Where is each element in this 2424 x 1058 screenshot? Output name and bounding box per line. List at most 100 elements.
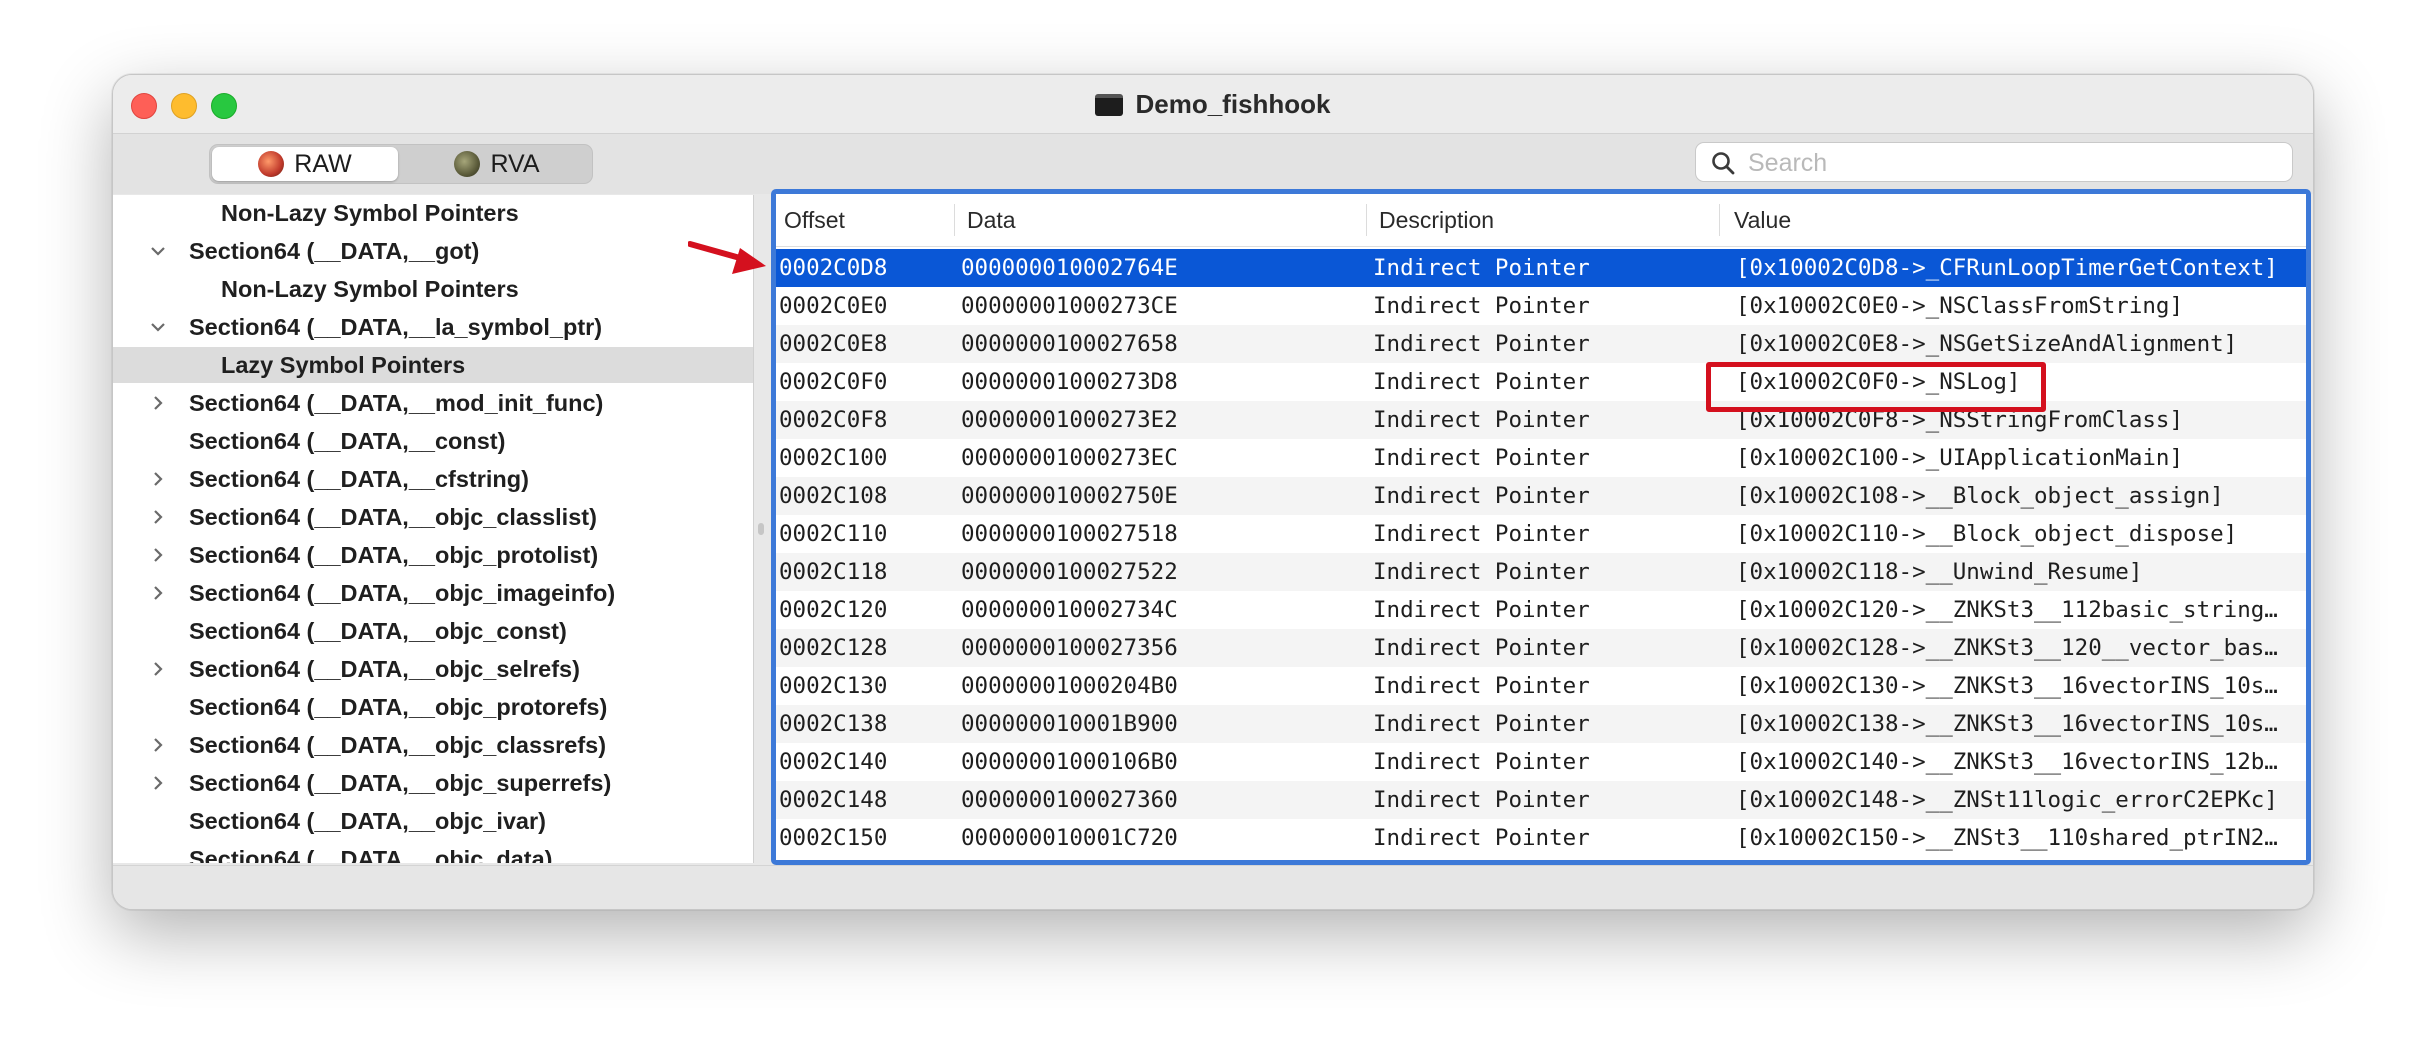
column-divider[interactable] (954, 204, 955, 236)
data-cell: 0000000100027522 (961, 559, 1178, 585)
value-cell: [0x10002C0E0->_NSClassFromString] (1736, 293, 2184, 319)
description-cell: Indirect Pointer (1373, 445, 1590, 471)
table-row[interactable]: 0002C148 0000000100027360 Indirect Point… (776, 781, 2306, 819)
description-cell: Indirect Pointer (1373, 407, 1590, 433)
chevron-right-icon[interactable] (149, 546, 167, 564)
tree-item-label: Section64 (__DATA,__cfstring) (189, 466, 529, 492)
tree-item-section-data-objc-superrefs[interactable]: Section64 (__DATA,__objc_superrefs) (113, 765, 753, 801)
tree-item-section-data-objc-selrefs[interactable]: Section64 (__DATA,__objc_selrefs) (113, 651, 753, 687)
table-row[interactable]: 0002C0E0 00000001000273CE Indirect Point… (776, 287, 2306, 325)
table-row[interactable]: 0002C0F8 00000001000273E2 Indirect Point… (776, 401, 2306, 439)
raw-segment-button[interactable]: RAW (212, 147, 398, 181)
app-window: Demo_fishhook RAW RVA Non-Lazy Symbol Po… (112, 74, 2314, 910)
value-cell: [0x10002C138->__ZNKSt3__16vectorINS_10s… (1736, 711, 2278, 737)
offset-cell: 0002C108 (779, 483, 888, 509)
offset-cell: 0002C130 (779, 673, 888, 699)
search-field[interactable] (1695, 142, 2293, 182)
description-cell: Indirect Pointer (1373, 711, 1590, 737)
column-header-offset[interactable]: Offset (784, 194, 845, 246)
tree-item-section-data-objc-imageinfo[interactable]: Section64 (__DATA,__objc_imageinfo) (113, 575, 753, 611)
divider-grip-icon[interactable] (758, 523, 764, 535)
table-row[interactable]: 0002C0E8 0000000100027658 Indirect Point… (776, 325, 2306, 363)
tree-item-section-data-const[interactable]: Section64 (__DATA,__const) (113, 423, 753, 459)
column-header-value[interactable]: Value (1734, 194, 1791, 246)
tree-item-section-data-objc-data[interactable]: Section64 (__DATA,__objc_data) (113, 841, 753, 863)
table-header: Offset Data Description Value (776, 194, 2306, 247)
data-cell: 00000001000273E2 (961, 407, 1178, 433)
tree-item-section-data-objc-classrefs[interactable]: Section64 (__DATA,__objc_classrefs) (113, 727, 753, 763)
tree-item-section-data-got[interactable]: Section64 (__DATA,__got) (113, 233, 753, 269)
description-cell: Indirect Pointer (1373, 483, 1590, 509)
chevron-down-icon[interactable] (149, 318, 167, 336)
tree-item-section-data-objc-classlist[interactable]: Section64 (__DATA,__objc_classlist) (113, 499, 753, 535)
chevron-down-icon[interactable] (149, 242, 167, 260)
rva-segment-label: RVA (490, 150, 540, 178)
offset-cell: 0002C148 (779, 787, 888, 813)
pointer-table[interactable]: Offset Data Description Value 0002C0D8 0… (771, 189, 2311, 865)
value-cell: [0x10002C150->__ZNSt3__110shared_ptrIN2… (1736, 825, 2278, 851)
description-cell: Indirect Pointer (1373, 673, 1590, 699)
table-row[interactable]: 0002C118 0000000100027522 Indirect Point… (776, 553, 2306, 591)
chevron-right-icon[interactable] (149, 584, 167, 602)
table-row[interactable]: 0002C120 000000010002734C Indirect Point… (776, 591, 2306, 629)
tree-item-section-data-objc-protolist[interactable]: Section64 (__DATA,__objc_protolist) (113, 537, 753, 573)
value-cell: [0x10002C130->__ZNKSt3__16vectorINS_10s… (1736, 673, 2278, 699)
search-icon (1712, 152, 1735, 175)
tree-item-section-data-la-symbol-ptr[interactable]: Section64 (__DATA,__la_symbol_ptr) (113, 309, 753, 345)
table-row[interactable]: 0002C110 0000000100027518 Indirect Point… (776, 515, 2306, 553)
table-row[interactable]: 0002C150 000000010001C720 Indirect Point… (776, 819, 2306, 857)
window-title-text: Demo_fishhook (1135, 89, 1331, 119)
value-cell: [0x10002C120->__ZNKSt3__112basic_string… (1736, 597, 2278, 623)
search-input[interactable] (1746, 145, 2270, 181)
description-cell: Indirect Pointer (1373, 825, 1590, 851)
value-cell: [0x10002C100->_UIApplicationMain] (1736, 445, 2184, 471)
table-row[interactable]: 0002C130 00000001000204B0 Indirect Point… (776, 667, 2306, 705)
title-bar[interactable]: Demo_fishhook (113, 75, 2313, 134)
tree-item-section-data-mod-init-func[interactable]: Section64 (__DATA,__mod_init_func) (113, 385, 753, 421)
tree-item-non-lazy-symbol-pointers[interactable]: Non-Lazy Symbol Pointers (113, 271, 753, 307)
tree-item-label: Non-Lazy Symbol Pointers (221, 200, 519, 226)
tree-item-label: Section64 (__DATA,__objc_classrefs) (189, 732, 607, 758)
column-divider[interactable] (1366, 204, 1367, 236)
tree-item-label: Lazy Symbol Pointers (221, 352, 466, 378)
chevron-right-icon[interactable] (149, 394, 167, 412)
section-tree-sidebar[interactable]: Non-Lazy Symbol Pointers Section64 (__DA… (113, 195, 754, 863)
annotation-arrow-icon (688, 241, 766, 274)
apple-logo-icon (454, 151, 481, 177)
data-cell: 0000000100027658 (961, 331, 1178, 357)
raw-segment-label: RAW (294, 150, 352, 178)
table-row[interactable]: 0002C140 00000001000106B0 Indirect Point… (776, 743, 2306, 781)
value-cell: [0x10002C140->__ZNKSt3__16vectorINS_12b… (1736, 749, 2278, 775)
data-cell: 0000000100027356 (961, 635, 1178, 661)
description-cell: Indirect Pointer (1373, 597, 1590, 623)
offset-cell: 0002C0F0 (779, 369, 888, 395)
column-divider[interactable] (1719, 204, 1720, 236)
table-row[interactable]: 0002C0F0 00000001000273D8 Indirect Point… (776, 363, 2306, 401)
tree-item-label: Section64 (__DATA,__objc_ivar) (189, 808, 546, 834)
table-row[interactable]: 0002C128 0000000100027356 Indirect Point… (776, 629, 2306, 667)
value-cell: [0x10002C148->__ZNSt11logic_errorC2EPKc] (1736, 787, 2278, 813)
chevron-right-icon[interactable] (149, 660, 167, 678)
tree-item-section-data-objc-protorefs[interactable]: Section64 (__DATA,__objc_protorefs) (113, 689, 753, 725)
tree-item-section-data-objc-const[interactable]: Section64 (__DATA,__objc_const) (113, 613, 753, 649)
column-header-data[interactable]: Data (967, 194, 1016, 246)
tree-item-non-lazy-symbol-pointers[interactable]: Non-Lazy Symbol Pointers (113, 195, 753, 231)
tree-item-section-data-objc-ivar[interactable]: Section64 (__DATA,__objc_ivar) (113, 803, 753, 839)
table-row[interactable]: 0002C138 000000010001B900 Indirect Point… (776, 705, 2306, 743)
data-cell: 000000010002750E (961, 483, 1178, 509)
value-cell: [0x10002C118->__Unwind_Resume] (1736, 559, 2143, 585)
chevron-right-icon[interactable] (149, 508, 167, 526)
window-title: Demo_fishhook (113, 89, 2313, 120)
column-header-description[interactable]: Description (1379, 194, 1494, 246)
rva-segment-button[interactable]: RVA (404, 147, 590, 181)
terminal-icon (1095, 94, 1124, 116)
tree-item-section-data-cfstring[interactable]: Section64 (__DATA,__cfstring) (113, 461, 753, 497)
table-row[interactable]: 0002C108 000000010002750E Indirect Point… (776, 477, 2306, 515)
chevron-right-icon[interactable] (149, 470, 167, 488)
table-row[interactable]: 0002C100 00000001000273EC Indirect Point… (776, 439, 2306, 477)
tree-item-lazy-symbol-pointers[interactable]: Lazy Symbol Pointers (113, 347, 753, 383)
table-row[interactable]: 0002C0D8 000000010002764E Indirect Point… (776, 249, 2306, 287)
chevron-right-icon[interactable] (149, 774, 167, 792)
raw-rva-segmented-control: RAW RVA (209, 144, 593, 184)
chevron-right-icon[interactable] (149, 736, 167, 754)
